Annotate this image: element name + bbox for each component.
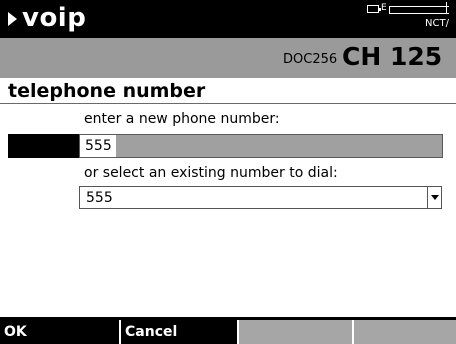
new-number-label: enter a new phone number: xyxy=(84,111,280,127)
section-heading: telephone number xyxy=(8,80,206,102)
phone-number-value: 555 xyxy=(85,138,112,154)
signal-divider xyxy=(446,2,447,14)
softkey-4[interactable] xyxy=(354,320,456,344)
cancel-softkey[interactable]: Cancel xyxy=(121,320,237,344)
channel-bar: DOC256 CH 125 xyxy=(0,38,456,78)
app-title: voip xyxy=(22,3,87,33)
existing-number-label: or select an existing number to dial: xyxy=(84,165,338,181)
battery-label: E xyxy=(381,3,387,13)
channel-label: CH 125 xyxy=(342,42,443,71)
chevron-down-icon xyxy=(431,195,439,200)
ok-softkey[interactable]: OK xyxy=(0,320,119,344)
title-bar: voip E NCT/ xyxy=(0,0,456,38)
selected-number: 555 xyxy=(86,190,113,206)
softkey-3[interactable] xyxy=(239,320,352,344)
existing-number-select[interactable]: 555 xyxy=(79,186,442,209)
signal-meter-icon xyxy=(389,6,449,14)
phone-number-input[interactable]: 555 xyxy=(79,134,443,158)
play-arrow-icon xyxy=(8,12,17,26)
dropdown-button[interactable] xyxy=(427,187,441,208)
heading-divider xyxy=(0,103,456,104)
doc-label: DOC256 xyxy=(283,52,338,67)
status-nct: NCT/ xyxy=(425,18,449,29)
focus-indicator xyxy=(8,134,79,158)
softkey-bar: OK Cancel xyxy=(0,320,456,344)
battery-icon xyxy=(367,5,381,13)
